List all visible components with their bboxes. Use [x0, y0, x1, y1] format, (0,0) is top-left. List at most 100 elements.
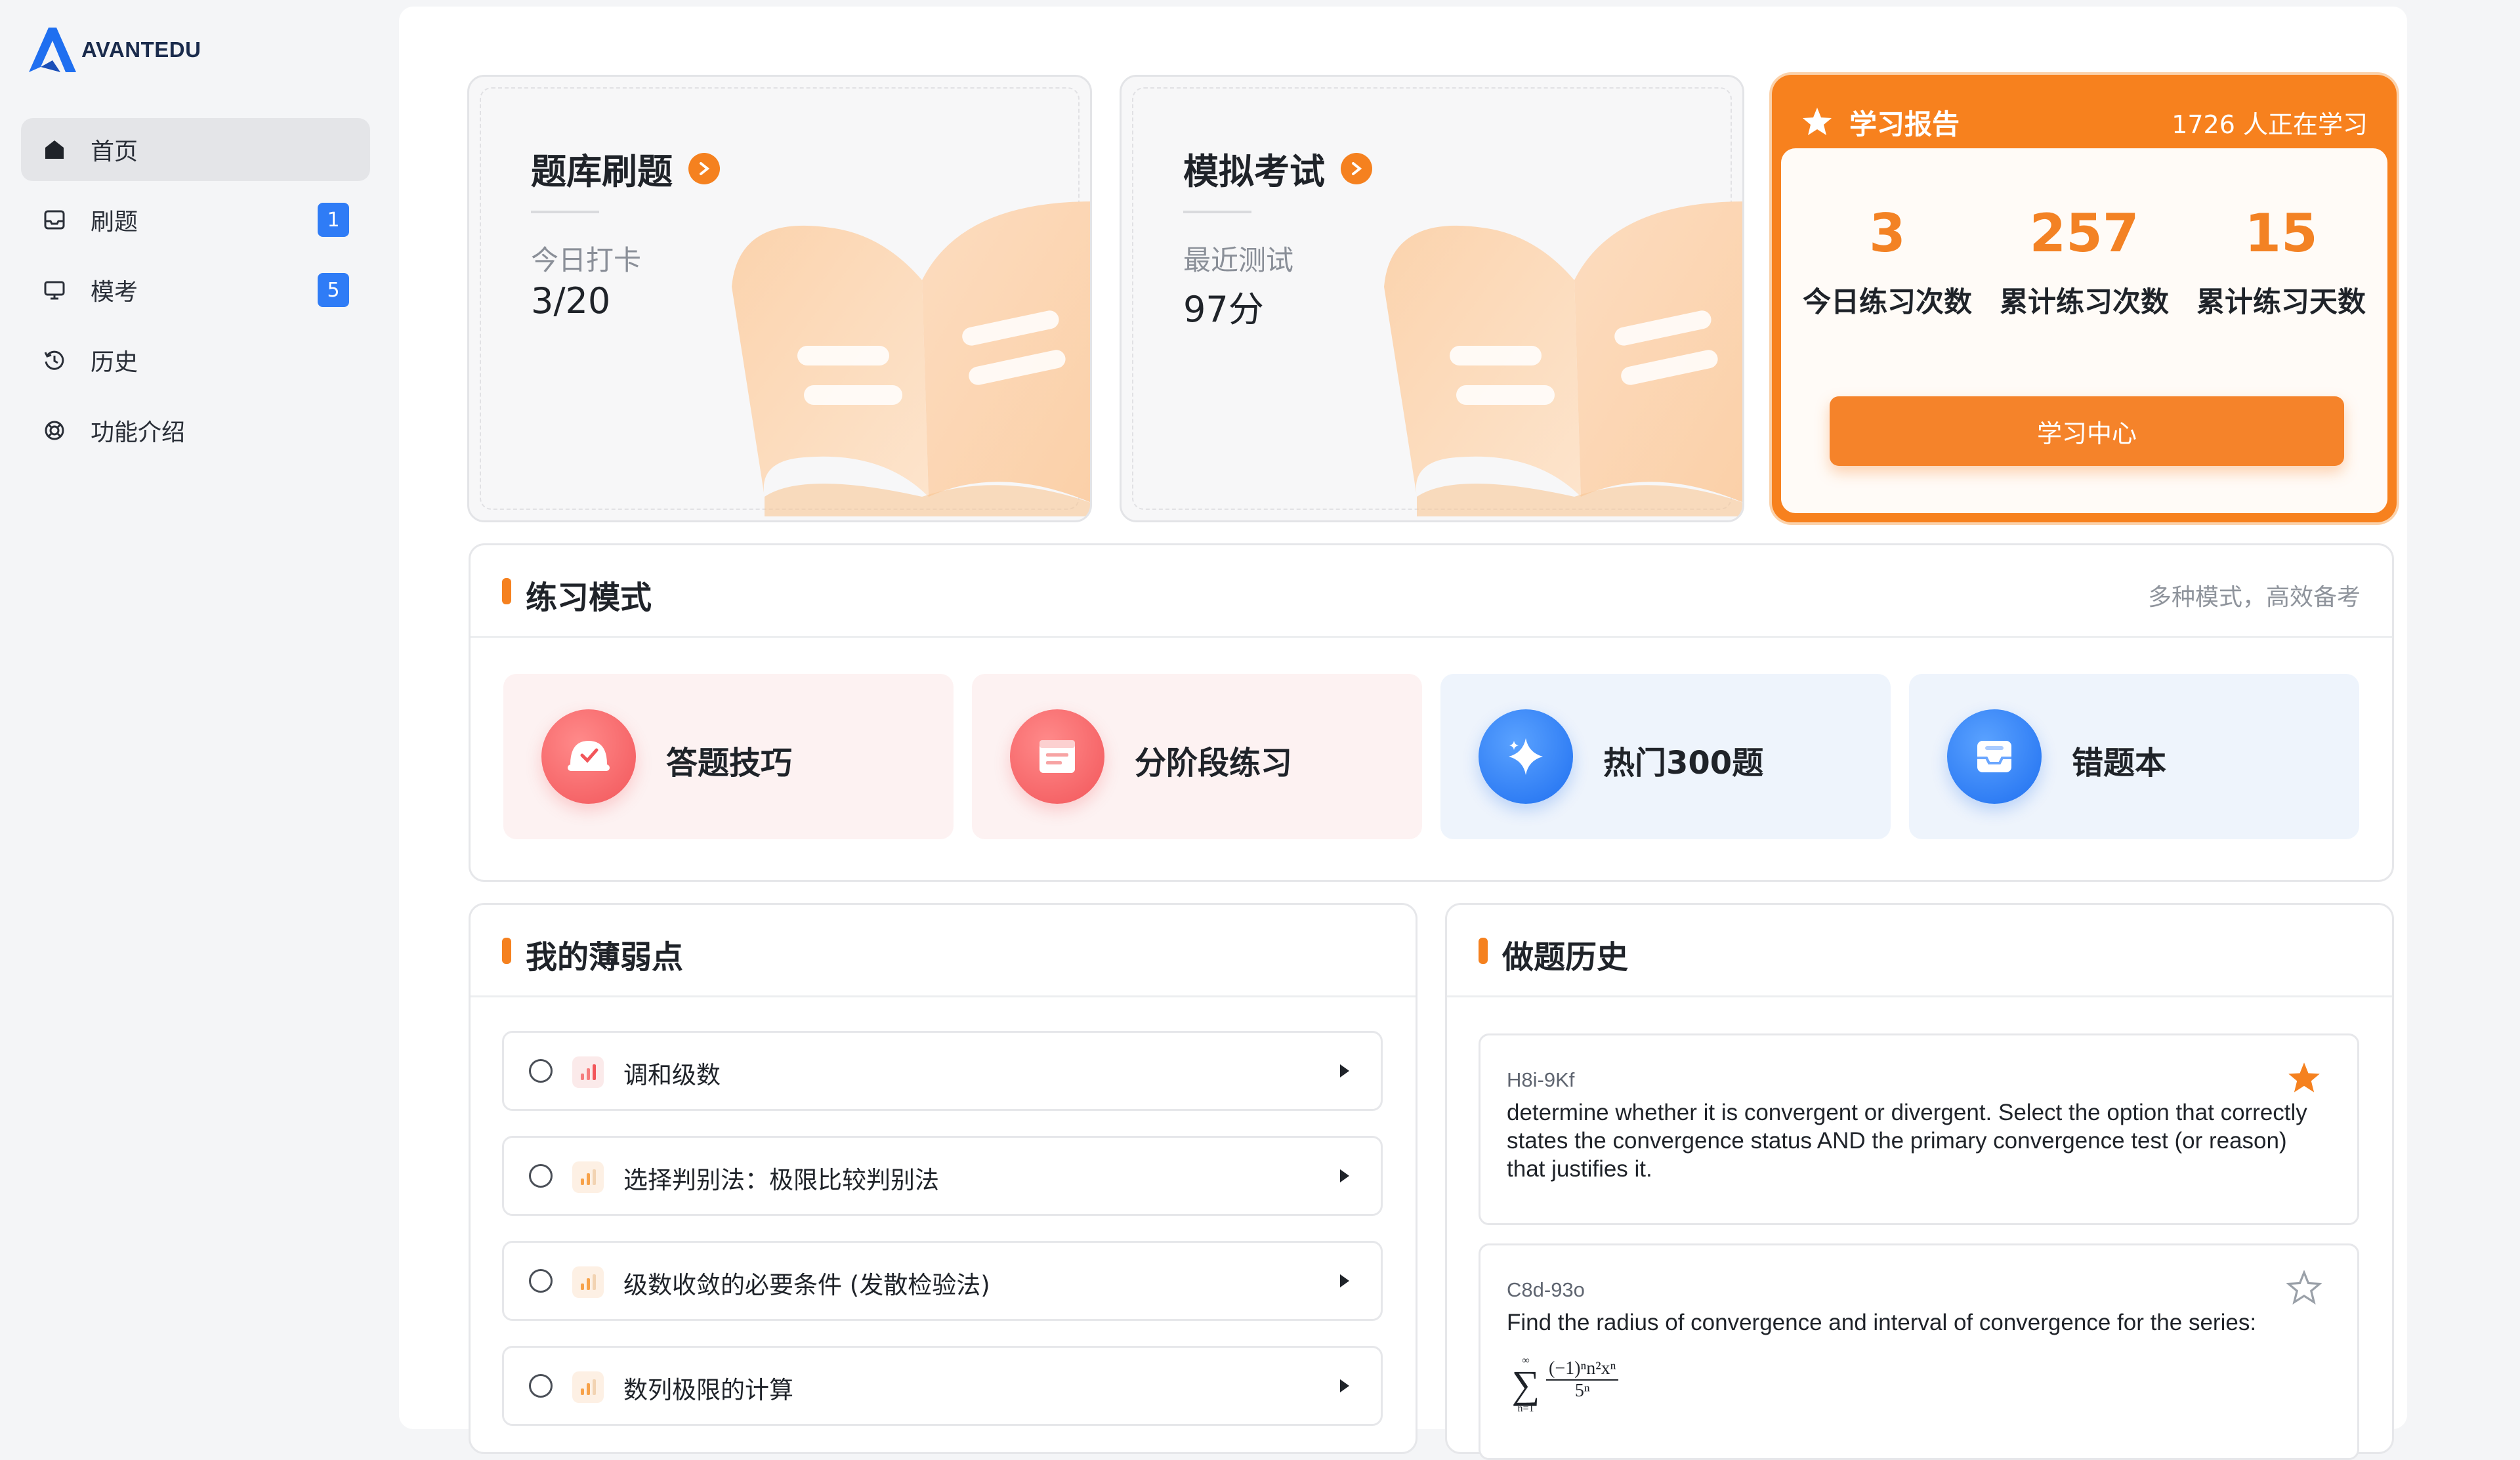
sidebar-item-features[interactable]: 功能介绍	[21, 399, 370, 462]
calendar-icon	[1010, 709, 1104, 804]
fraction-numerator: (−1)ⁿn²xⁿ	[1546, 1358, 1619, 1381]
learning-center-button[interactable]: 学习中心	[1830, 396, 2344, 466]
section-title: 练习模式	[526, 579, 652, 616]
radio-button[interactable]	[529, 1269, 553, 1293]
divider	[531, 211, 599, 213]
mode-top-300[interactable]: 热门300题	[1440, 674, 1891, 839]
weak-point-item[interactable]: 数列极限的计算	[502, 1346, 1383, 1426]
sidebar-nav: 首页 刷题 1 模考 5 历史 功能介绍	[21, 118, 370, 469]
caret-right-icon	[1340, 1169, 1349, 1182]
radio-button[interactable]	[529, 1164, 553, 1188]
stat-today: 3 今日练习次数	[1789, 201, 1986, 320]
bar-chart-icon	[572, 1371, 604, 1403]
series-formula: ∞ ∑ n=1 (−1)ⁿn²xⁿ 5ⁿ	[1511, 1356, 1619, 1415]
sparkle-icon	[1479, 709, 1573, 804]
divider	[1183, 211, 1251, 213]
report-body: 3 今日练习次数 257 累计练习次数 15 累计练习天数 学习中心	[1781, 148, 2387, 513]
card-subtitle: 最近测试	[1183, 244, 1294, 276]
mailbox-icon	[1947, 709, 2042, 804]
section-accent-bar	[502, 578, 511, 604]
caret-right-icon	[1340, 1064, 1349, 1077]
chevron-right-icon[interactable]	[1341, 152, 1372, 184]
section-note: 多种模式，高效备考	[2147, 584, 2361, 611]
helmet-icon	[541, 709, 636, 804]
stat-total: 257 累计练习次数	[1986, 201, 2183, 320]
sidebar-item-label: 功能介绍	[91, 419, 186, 446]
section-header: 我的薄弱点	[471, 905, 1416, 997]
weak-point-item[interactable]: 调和级数	[502, 1031, 1383, 1111]
section-title: 我的薄弱点	[526, 939, 684, 976]
star-outline-icon[interactable]	[2286, 1270, 2322, 1306]
sidebar-item-label: 刷题	[91, 209, 138, 236]
sidebar-item-practice[interactable]: 刷题 1	[21, 188, 370, 251]
question-id: C8d-93o	[1507, 1278, 1585, 1301]
sidebar-item-home[interactable]: 首页	[21, 118, 370, 181]
question-text: Find the radius of convergence and inter…	[1507, 1310, 2257, 1335]
sum-lower-limit: n=1	[1517, 1403, 1534, 1414]
mode-label: 热门300题	[1603, 745, 1764, 782]
stat-label: 今日练习次数	[1803, 286, 1972, 319]
star-icon	[1803, 108, 1832, 135]
summation-icon: ∑	[1511, 1363, 1540, 1406]
weak-point-item[interactable]: 级数收敛的必要条件 (发散检验法)	[502, 1241, 1383, 1321]
section-header: 练习模式 多种模式，高效备考	[471, 545, 2392, 638]
card-subtitle: 今日打卡	[531, 244, 642, 276]
sidebar-item-mock[interactable]: 模考 5	[21, 259, 370, 322]
lifebuoy-icon	[42, 418, 67, 443]
question-bank-card[interactable]: 题库刷题 今日打卡 3/20	[467, 75, 1092, 522]
learner-count: 1726 人正在学习	[2172, 110, 2368, 139]
study-report-card: 学习报告 1726 人正在学习 3 今日练习次数 257 累计练习次数 15 累…	[1772, 75, 2397, 522]
recent-score: 97分	[1183, 289, 1264, 330]
history-icon	[42, 348, 67, 373]
history-item[interactable]: C8d-93o Find the radius of convergence a…	[1479, 1243, 2359, 1460]
stat-label: 累计练习次数	[2000, 286, 2169, 319]
weak-points-section: 我的薄弱点 调和级数 选择判别法：极限比较判别法 级数收敛的必要条件 (发散检验…	[469, 903, 1418, 1454]
sidebar: AVANTEDU 首页 刷题 1 模考 5 历史 功能介绍	[0, 0, 394, 1435]
radio-button[interactable]	[529, 1059, 553, 1083]
sidebar-item-history[interactable]: 历史	[21, 329, 370, 392]
sidebar-item-label: 首页	[91, 138, 138, 165]
card-title: 模拟考试	[1183, 142, 1372, 194]
practice-mode-section: 练习模式 多种模式，高效备考 答题技巧 分阶段练习 热门300题 错题本	[469, 543, 2394, 882]
weak-point-item[interactable]: 选择判别法：极限比较判别法	[502, 1136, 1383, 1216]
section-header: 做题历史	[1447, 905, 2392, 997]
open-book-illustration	[1384, 201, 1742, 516]
report-header: 学习报告 1726 人正在学习	[1801, 93, 2368, 151]
sidebar-item-label: 模考	[91, 279, 138, 306]
weak-point-label: 级数收敛的必要条件 (发散检验法)	[623, 1271, 990, 1299]
chevron-right-icon[interactable]	[688, 152, 720, 184]
radio-button[interactable]	[529, 1374, 553, 1398]
mode-answer-tips[interactable]: 答题技巧	[503, 674, 954, 839]
weak-point-label: 选择判别法：极限比较判别法	[623, 1166, 939, 1194]
star-filled-icon[interactable]	[2286, 1060, 2322, 1096]
history-item[interactable]: H8i-9Kf determine whether it is converge…	[1479, 1033, 2359, 1225]
main-panel: 题库刷题 今日打卡 3/20 模拟考试 最近测试 97分 学习报告 1726 人…	[399, 7, 2407, 1460]
mode-label: 答题技巧	[666, 745, 793, 782]
history-section: 做题历史 H8i-9Kf determine whether it is con…	[1445, 903, 2394, 1460]
card-title-text: 模拟考试	[1183, 151, 1325, 192]
open-book-illustration	[732, 201, 1090, 516]
brand-logo[interactable]: AVANTEDU	[26, 24, 201, 76]
card-title: 题库刷题	[531, 142, 720, 194]
stat-value: 3	[1869, 203, 1906, 264]
mock-exam-card[interactable]: 模拟考试 最近测试 97分	[1120, 75, 1744, 522]
stat-value: 15	[2244, 203, 2318, 264]
section-accent-bar	[502, 938, 511, 964]
bar-chart-icon	[572, 1056, 604, 1088]
mode-error-book[interactable]: 错题本	[1909, 674, 2359, 839]
caret-right-icon	[1340, 1379, 1349, 1392]
weak-point-label: 调和级数	[623, 1061, 721, 1089]
section-accent-bar	[1479, 938, 1488, 964]
caret-right-icon	[1340, 1274, 1349, 1287]
mode-label: 错题本	[2072, 745, 2167, 782]
question-id: H8i-9Kf	[1507, 1068, 1575, 1091]
stat-days: 15 累计练习天数	[2183, 201, 2380, 320]
home-icon	[42, 137, 67, 162]
inbox-icon	[42, 207, 67, 232]
stat-value: 257	[2029, 203, 2139, 264]
count-badge: 1	[318, 203, 349, 237]
section-title: 做题历史	[1502, 939, 1629, 976]
mode-staged-practice[interactable]: 分阶段练习	[972, 674, 1422, 839]
fraction-denominator: 5ⁿ	[1574, 1381, 1590, 1401]
mode-label: 分阶段练习	[1135, 745, 1293, 782]
